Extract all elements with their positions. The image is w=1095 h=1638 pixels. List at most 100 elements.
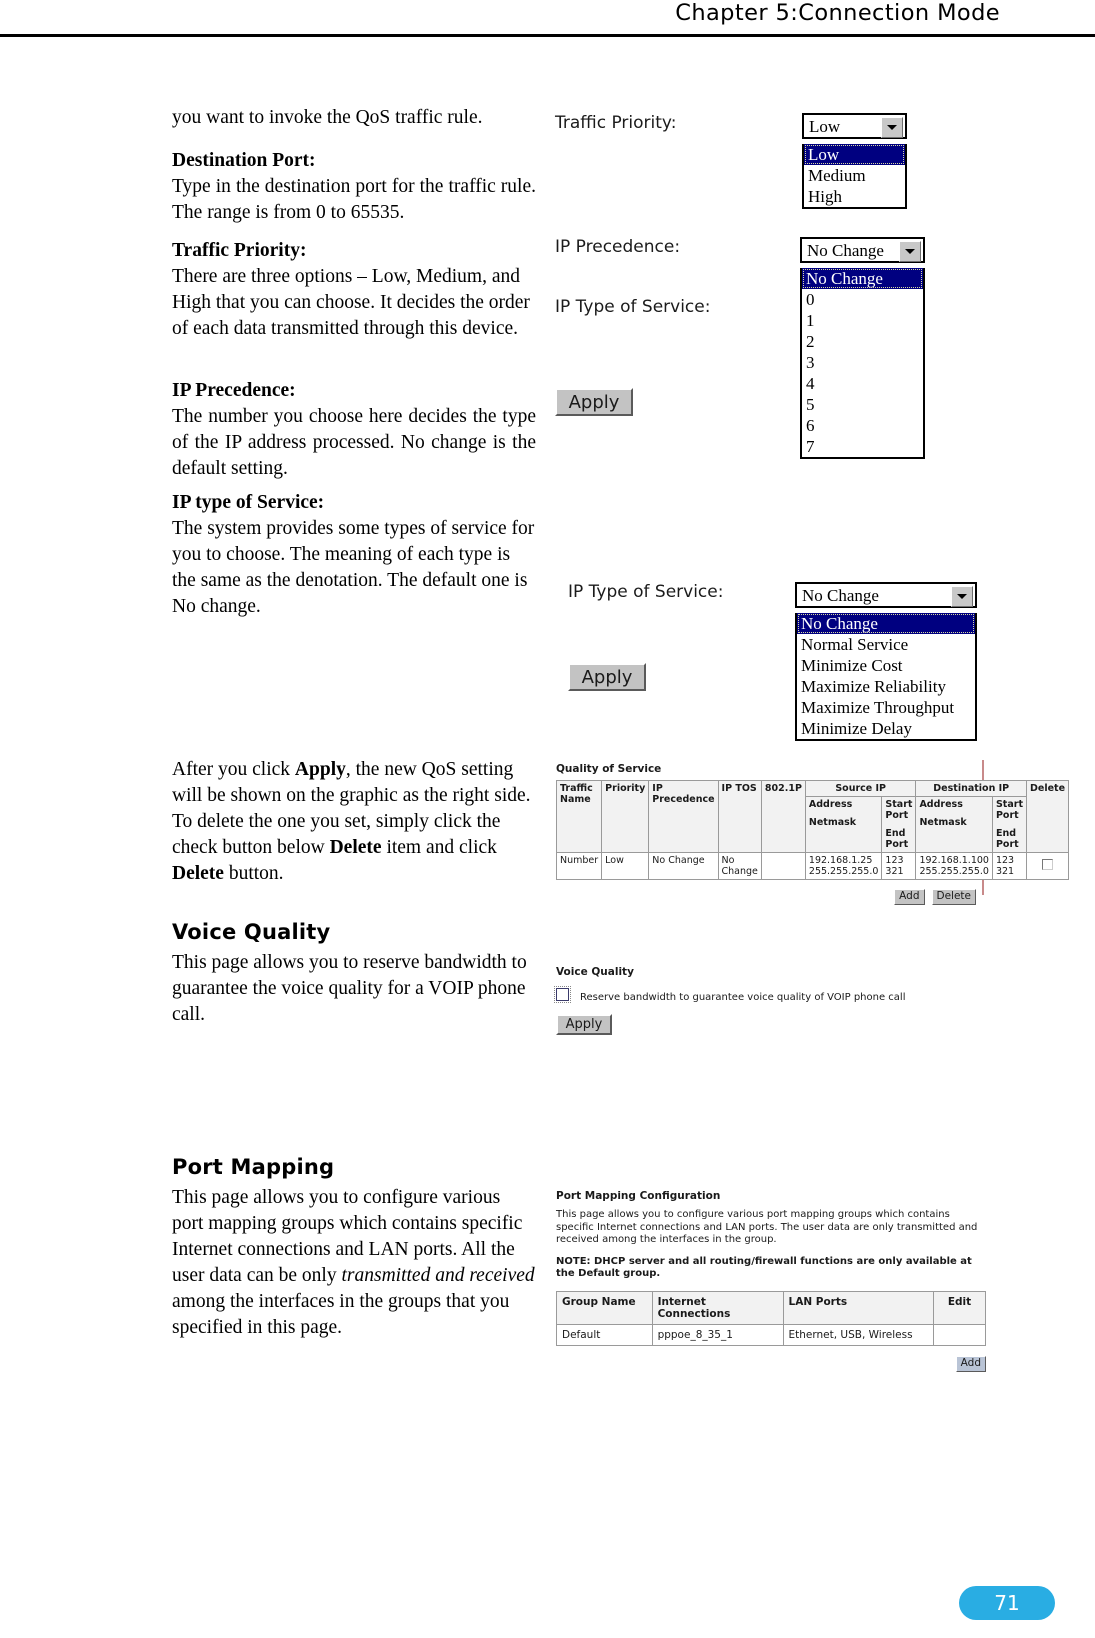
- ip-precedence-selected-value: No Change: [807, 241, 884, 260]
- traffic-priority-select[interactable]: Low Low Medium High: [802, 113, 907, 209]
- qos-th-dst-ports: Start Port End Port: [991, 796, 1028, 853]
- pm-cell-edit[interactable]: [932, 1323, 987, 1346]
- pm-cell-lan-ports: Ethernet, USB, Wireless: [782, 1323, 934, 1346]
- voice-quality-section: Voice Quality This page allows you to re…: [172, 920, 536, 1045]
- qos-th-traffic-name: Traffic Name: [555, 780, 603, 853]
- qos-cell-dst-ports: 123 321: [991, 852, 1028, 880]
- voice-quality-apply-row[interactable]: Apply: [556, 1014, 906, 1035]
- chevron-down-icon[interactable]: [951, 586, 973, 607]
- qos-dst-start-port-value: 123: [995, 855, 1015, 866]
- note-bold-1: routing/firewall functions: [709, 1255, 853, 1267]
- traffic-priority-combo-closed[interactable]: Low: [802, 113, 907, 139]
- page-running-header: Chapter 5:Connection Mode: [0, 0, 1095, 40]
- table-row: Default pppoe_8_35_1 Ethernet, USB, Wire…: [556, 1323, 987, 1346]
- apply-button-lower-label[interactable]: Apply: [568, 663, 646, 691]
- qos-header-row-1: Traffic Name Priority IP Precedence IP T…: [555, 780, 1070, 853]
- ip-tos-option-minimize-cost[interactable]: Minimize Cost: [797, 655, 975, 676]
- ip-tos-option-maximize-throughput[interactable]: Maximize Throughput: [797, 697, 975, 718]
- qos-cell-delete-checkbox[interactable]: [1025, 852, 1070, 880]
- ip-tos-body: The system provides some types of servic…: [172, 518, 535, 617]
- ip-precedence-select[interactable]: No Change No Change 0 1 2 3 4 5 6 7: [800, 237, 925, 459]
- qos-th-delete: Delete: [1025, 780, 1070, 853]
- destination-port-body: Type in the destination port for the tra…: [172, 176, 536, 223]
- traffic-priority-ui-label: Traffic Priority:: [555, 113, 677, 133]
- traffic-priority-block: Traffic Priority: There are three option…: [172, 238, 536, 359]
- qos-th-source-ip: Source IP: [804, 780, 917, 797]
- ip-precedence-option-7[interactable]: 7: [802, 436, 923, 457]
- qos-th-dst-address: Address: [919, 799, 963, 810]
- ip-tos-option-no-change[interactable]: No Change: [797, 613, 975, 634]
- ip-precedence-option-4[interactable]: 4: [802, 373, 923, 394]
- qos-dst-end-port-value: 321: [995, 866, 1015, 877]
- qos-src-netmask-value: 255.255.255.0: [808, 866, 879, 877]
- chevron-down-icon[interactable]: [881, 117, 903, 138]
- ip-tos-ui-label-lower: IP Type of Service:: [568, 582, 724, 602]
- qos-src-address-value: 192.168.1.25: [808, 855, 873, 866]
- ip-tos-combo-closed[interactable]: No Change: [795, 582, 977, 608]
- apply-button-lower[interactable]: Apply: [568, 663, 646, 691]
- ip-precedence-option-no-change[interactable]: No Change: [802, 268, 923, 289]
- after-apply-b3: Delete: [172, 863, 224, 884]
- qos-panel: Quality of Service Traffic Name Priority…: [555, 763, 1070, 905]
- qos-th-dst-address-netmask: Address Netmask: [915, 796, 993, 853]
- reserve-bandwidth-checkbox[interactable]: [554, 986, 571, 1003]
- ip-tos-options-list[interactable]: No Change Normal Service Minimize Cost M…: [795, 613, 977, 741]
- ip-precedence-option-3[interactable]: 3: [802, 352, 923, 373]
- destination-port-label: Destination Port:: [172, 150, 316, 171]
- qos-panel-title: Quality of Service: [556, 763, 662, 775]
- ip-precedence-option-0[interactable]: 0: [802, 289, 923, 310]
- header-divider: [0, 34, 1095, 37]
- voice-quality-body: This page allows you to reserve bandwidt…: [172, 952, 527, 1025]
- ip-tos-option-normal-service[interactable]: Normal Service: [797, 634, 975, 655]
- apply-button-upper-label[interactable]: Apply: [555, 388, 633, 416]
- after-apply-block: After you click Apply, the new QoS setti…: [172, 757, 536, 904]
- qos-cell-traffic-name: Number: [555, 852, 603, 880]
- qos-dst-netmask-value: 255.255.255.0: [919, 866, 989, 877]
- ip-precedence-option-5[interactable]: 5: [802, 394, 923, 415]
- pm-cell-internet-connections: pppoe_8_35_1: [651, 1323, 784, 1346]
- qos-src-end-port-value: 321: [885, 866, 904, 877]
- port-mapping-section: Port Mapping This page allows you to con…: [172, 1155, 536, 1358]
- qos-th-ip-precedence: IP Precedence: [648, 780, 719, 853]
- qos-th-src-end-port: End Port: [885, 828, 909, 850]
- voice-quality-heading: Voice Quality: [172, 920, 331, 944]
- chapter-title: Chapter 5:Connection Mode: [675, 0, 1000, 26]
- after-apply-b1: Apply: [294, 759, 346, 780]
- ip-precedence-option-1[interactable]: 1: [802, 310, 923, 331]
- qos-th-src-address-netmask: Address Netmask: [804, 796, 883, 853]
- intro-paragraph: you want to invoke the QoS traffic rule.: [172, 105, 536, 148]
- voice-quality-checkbox-row[interactable]: Reserve bandwidth to guarantee voice qua…: [554, 986, 906, 1005]
- qos-delete-button[interactable]: Delete: [931, 889, 976, 905]
- qos-add-button[interactable]: Add: [894, 889, 925, 905]
- traffic-priority-option-medium[interactable]: Medium: [804, 165, 905, 186]
- pm-th-edit: Edit: [932, 1290, 987, 1325]
- apply-button-upper[interactable]: Apply: [555, 388, 633, 416]
- chevron-down-icon[interactable]: [899, 241, 921, 262]
- voice-quality-apply-button[interactable]: Apply: [556, 1014, 612, 1035]
- port-mapping-header-row: Group Name Internet Connections LAN Port…: [556, 1290, 987, 1325]
- ip-precedence-label: IP Precedence:: [172, 380, 296, 401]
- ip-precedence-options-list[interactable]: No Change 0 1 2 3 4 5 6 7: [800, 268, 925, 459]
- ip-precedence-option-6[interactable]: 6: [802, 415, 923, 436]
- delete-checkbox[interactable]: [1042, 859, 1053, 870]
- ip-tos-select[interactable]: No Change No Change Normal Service Minim…: [795, 582, 977, 741]
- ip-precedence-combo-closed[interactable]: No Change: [800, 237, 925, 263]
- traffic-priority-option-low[interactable]: Low: [804, 144, 905, 165]
- port-mapping-add-button[interactable]: Add: [955, 1355, 986, 1372]
- pm-th-lan-ports: LAN Ports: [782, 1290, 934, 1325]
- ip-tos-option-maximize-reliability[interactable]: Maximize Reliability: [797, 676, 975, 697]
- traffic-priority-option-high[interactable]: High: [804, 186, 905, 207]
- ip-precedence-body: The number you choose here decides the t…: [172, 406, 536, 479]
- qos-cell-dot1p: [760, 852, 806, 880]
- ip-precedence-option-2[interactable]: 2: [802, 331, 923, 352]
- after-apply-t4: button.: [223, 863, 284, 884]
- traffic-priority-options-list[interactable]: Low Medium High: [802, 144, 907, 209]
- ip-precedence-block: IP Precedence: The number you choose her…: [172, 378, 536, 499]
- note-prefix: NOTE: DHCP server and all: [556, 1255, 710, 1267]
- ip-tos-option-minimize-delay[interactable]: Minimize Delay: [797, 718, 975, 739]
- voice-quality-panel: Voice Quality Reserve bandwidth to guara…: [554, 966, 906, 1035]
- after-apply-t1: After you click: [172, 759, 295, 780]
- ip-type-of-service-block: IP type of Service: The system provides …: [172, 490, 536, 637]
- qos-table: Traffic Name Priority IP Precedence IP T…: [555, 780, 1070, 880]
- qos-cell-src-ports: 123 321: [881, 852, 917, 880]
